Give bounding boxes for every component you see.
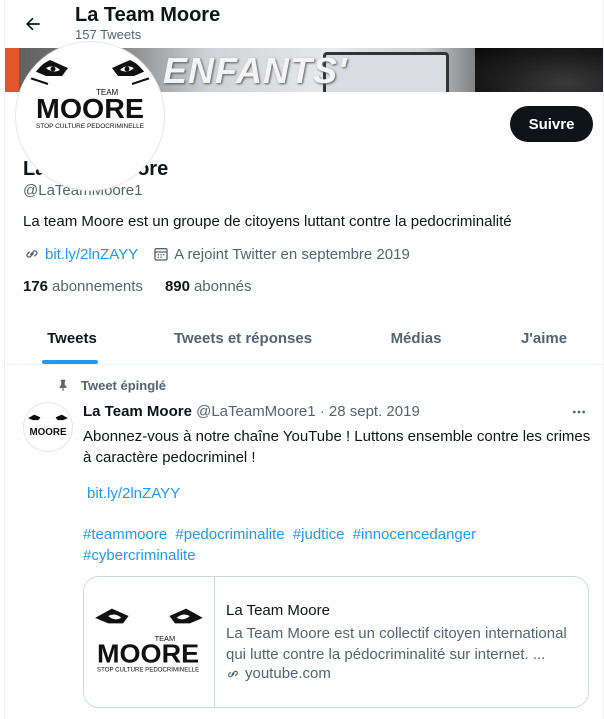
pinned-text: Tweet épinglé <box>81 377 166 393</box>
tab-label: Médias <box>390 329 442 347</box>
link-preview-card[interactable]: TEAM MOORE STOP CULTURE PEDOCRIMINELLE L… <box>83 576 589 708</box>
follow-button[interactable]: Suivre <box>510 106 593 142</box>
team-moore-logo-card: TEAM MOORE STOP CULTURE PEDOCRIMINELLE <box>95 608 203 674</box>
profile-link[interactable]: bit.ly/2lnZAYY <box>45 246 138 263</box>
pin-icon <box>55 377 71 393</box>
tweet-author[interactable]: La Team Moore <box>83 403 192 420</box>
following-count: 176 <box>23 278 49 295</box>
hashtag[interactable]: #pedocriminalite <box>175 526 284 543</box>
following-link[interactable]: 176 abonnements <box>23 278 143 295</box>
banner-orange-strip <box>5 48 19 92</box>
svg-text:STOP CULTURE PEDOCRIMINELLE: STOP CULTURE PEDOCRIMINELLE <box>36 123 144 130</box>
svg-text:MOORE: MOORE <box>36 93 144 124</box>
profile-page: La Team Moore 157 Tweets ENFANTS' TEAM M… <box>4 0 604 719</box>
tab-label: J'aime <box>520 329 568 347</box>
link-icon <box>23 245 41 263</box>
tab-likes[interactable]: J'aime <box>485 312 603 364</box>
banner-text: ENFANTS' <box>163 50 348 91</box>
hashtag[interactable]: #innocencedanger <box>353 526 476 543</box>
team-moore-logo: TEAM MOORE STOP CULTURE PEDOCRIMINELLE <box>29 60 151 130</box>
follow-counts: 176 abonnements 890 abonnés <box>23 278 274 295</box>
tweet-hashtags: #teammoore #pedocriminalite #judtice #in… <box>83 524 583 566</box>
tab-label: Tweets <box>47 329 97 347</box>
hashtag[interactable]: #cybercriminalite <box>83 547 196 564</box>
followers-link[interactable]: 890 abonnés <box>165 278 252 295</box>
followers-label: abonnés <box>193 278 252 295</box>
banner-person-silhouette <box>475 48 603 92</box>
tweet-avatar[interactable]: MOORE <box>23 402 73 452</box>
top-header: La Team Moore 157 Tweets <box>5 0 603 48</box>
card-domain-text: youtube.com <box>245 665 331 682</box>
hashtag[interactable]: #judtice <box>293 526 345 543</box>
more-icon[interactable] <box>569 402 589 422</box>
team-moore-logo-small: MOORE <box>28 414 68 438</box>
profile-joined: A rejoint Twitter en septembre 2019 <box>174 245 410 263</box>
following-label: abonnements <box>52 278 143 295</box>
header-tweet-count: 157 Tweets <box>75 27 142 42</box>
followers-count: 890 <box>164 278 190 295</box>
profile-meta: bit.ly/2lnZAYY A rejoint Twitter en sept… <box>23 245 410 263</box>
header-title: La Team Moore <box>75 4 221 26</box>
tab-label: Tweets et réponses <box>173 329 313 347</box>
tweet-date[interactable]: 28 sept. 2019 <box>329 403 420 420</box>
profile-avatar[interactable]: TEAM MOORE STOP CULTURE PEDOCRIMINELLE <box>16 42 164 190</box>
tab-tweets[interactable]: Tweets <box>5 312 139 364</box>
profile-bio: La team Moore est un groupe de citoyens … <box>23 213 512 230</box>
svg-text:MOORE: MOORE <box>97 638 199 668</box>
card-thumbnail: TEAM MOORE STOP CULTURE PEDOCRIMINELLE <box>84 577 215 707</box>
tweet-text: Abonnez-vous à notre chaîne YouTube ! Lu… <box>83 428 591 466</box>
svg-text:STOP CULTURE PEDOCRIMINELLE: STOP CULTURE PEDOCRIMINELLE <box>97 668 199 674</box>
profile-tabs: Tweets Tweets et réponses Médias J'aime <box>5 312 603 365</box>
tweet-header: La Team Moore @LaTeamMoore1 · 28 sept. 2… <box>83 403 420 420</box>
svg-text:MOORE: MOORE <box>29 427 66 438</box>
back-arrow-icon[interactable] <box>19 10 47 38</box>
card-description: La Team Moore est un collectif citoyen i… <box>226 625 567 663</box>
card-title: La Team Moore <box>226 602 330 619</box>
tweet-separator: · <box>319 403 325 420</box>
tweet-link[interactable]: bit.ly/2lnZAYY <box>87 485 180 502</box>
calendar-icon <box>152 245 170 263</box>
link-icon <box>226 666 242 682</box>
active-tab-indicator <box>42 360 98 364</box>
card-domain: youtube.com <box>226 665 331 682</box>
tweet-handle[interactable]: @LaTeamMoore1 <box>196 403 315 420</box>
tab-tweets-replies[interactable]: Tweets et réponses <box>139 312 347 364</box>
pinned-label: Tweet épinglé <box>55 377 166 393</box>
tab-media[interactable]: Médias <box>347 312 485 364</box>
hashtag[interactable]: #teammoore <box>83 526 167 543</box>
